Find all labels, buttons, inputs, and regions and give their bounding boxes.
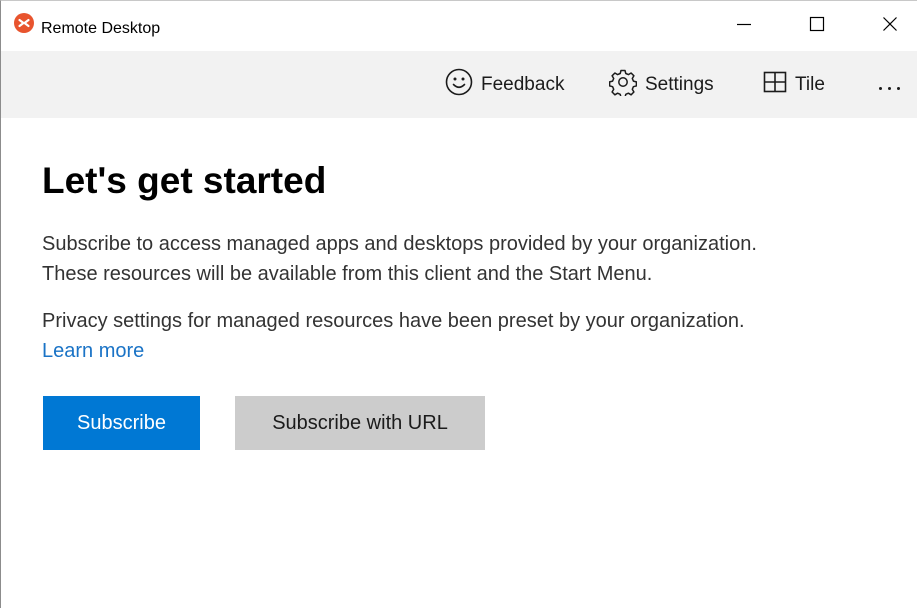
app-window: Remote Desktop Feedback Settings Tile Le… [0, 0, 917, 608]
settings-label: Settings [645, 73, 714, 95]
subscribe-description-line-1: Subscribe to access managed apps and des… [42, 233, 757, 255]
smiley-icon [445, 68, 481, 102]
window-title: Remote Desktop [41, 20, 161, 37]
tile-grid-icon [763, 70, 795, 100]
more-options-button[interactable] [871, 51, 907, 118]
command-bar: Feedback Settings Tile [1, 51, 917, 118]
page-title: Let's get started [42, 160, 327, 201]
subscribe-with-url-button[interactable]: Subscribe with URL [235, 396, 485, 450]
feedback-button[interactable]: Feedback [445, 51, 564, 118]
close-button[interactable] [863, 1, 917, 51]
subscribe-description-line-2: These resources will be available from t… [42, 263, 653, 285]
subscribe-description: Subscribe to access managed apps and des… [42, 229, 757, 289]
remote-desktop-logo-icon [13, 12, 35, 34]
subscribe-button[interactable]: Subscribe [43, 396, 200, 450]
maximize-button[interactable] [790, 1, 844, 51]
title-bar: Remote Desktop [1, 1, 917, 51]
more-ellipsis-icon [876, 74, 903, 96]
feedback-label: Feedback [481, 73, 565, 95]
close-icon [882, 16, 898, 37]
tile-view-button[interactable]: Tile [763, 51, 825, 118]
tile-label: Tile [795, 73, 825, 95]
learn-more-link[interactable]: Learn more [42, 336, 144, 366]
privacy-notice: Privacy settings for managed resources h… [42, 306, 745, 366]
minimize-button[interactable] [717, 1, 771, 51]
settings-button[interactable]: Settings [608, 51, 714, 118]
gear-icon [608, 68, 645, 102]
minimize-icon [736, 16, 752, 37]
maximize-icon [809, 16, 825, 37]
privacy-notice-text: Privacy settings for managed resources h… [42, 310, 745, 332]
